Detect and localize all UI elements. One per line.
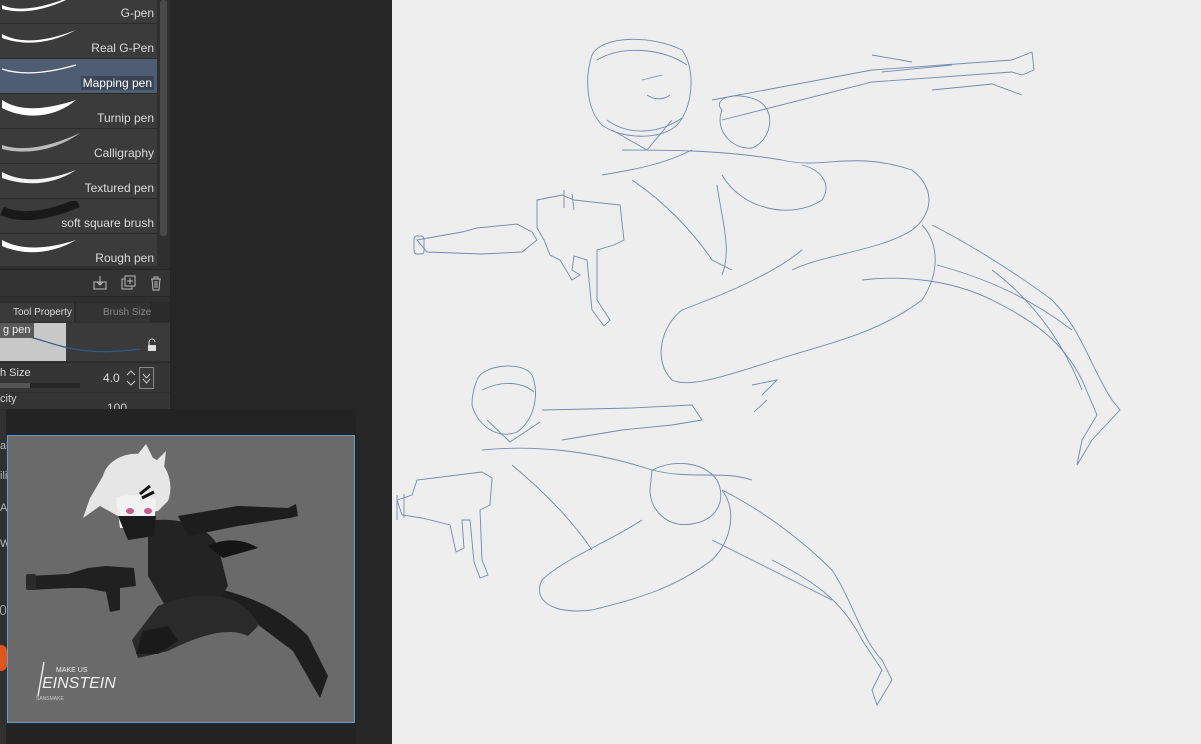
opacity-row: city 100 <box>0 393 170 409</box>
brush-label: G-pen <box>120 6 154 20</box>
brush-item-turnip-pen[interactable]: Turnip pen <box>0 94 157 129</box>
tool-property-tabs: Tool Property Brush Size <box>0 302 170 322</box>
brush-label: Real G-Pen <box>91 41 154 55</box>
trash-icon[interactable] <box>148 275 164 291</box>
brush-size-row: h Size 4.0 <box>0 362 170 392</box>
brush-item-textured-pen[interactable]: Textured pen <box>0 164 157 199</box>
import-icon[interactable] <box>92 275 108 291</box>
brush-list-scrollbar[interactable] <box>160 0 167 236</box>
stroke-preview-strip: g pen <box>0 323 170 361</box>
brush-item-rough-pen[interactable]: Rough pen <box>0 234 157 266</box>
brush-item-calligraphy[interactable]: Calligraphy <box>0 129 157 164</box>
brush-toolbar <box>0 269 170 297</box>
drawing-canvas[interactable] <box>392 0 1201 744</box>
brush-size-value[interactable]: 4.0 <box>103 371 120 385</box>
chevron-down-icon <box>142 373 151 384</box>
navigator-titlebar[interactable] <box>6 409 356 435</box>
workspace-gutter <box>356 0 392 744</box>
opacity-value[interactable]: 100 <box>107 401 127 409</box>
brush-item-soft-square-brush[interactable]: soft square brush <box>0 199 157 234</box>
brush-size-dropdown-button[interactable] <box>139 367 154 389</box>
sub-tool-name-label: g pen <box>0 323 34 338</box>
brush-label: Turnip pen <box>97 111 154 125</box>
brush-size-slider[interactable] <box>0 383 80 388</box>
brush-label: Mapping pen <box>80 76 154 90</box>
tool-property-tab-label: Tool Property <box>13 307 72 318</box>
tab-tool-property[interactable]: Tool Property <box>0 303 74 322</box>
brush-label: Textured pen <box>84 181 154 195</box>
navigator-preview[interactable]: MAKE US EINSTEIN SANSMAKE <box>7 435 355 723</box>
navigator-window[interactable]: al ili Ac W <box>0 409 356 744</box>
brush-item-real-g-pen[interactable]: Real G-Pen <box>0 24 157 59</box>
artwork-logo: EINSTEIN <box>42 675 116 692</box>
brush-label: Rough pen <box>95 251 154 265</box>
brush-item-g-pen[interactable]: G-pen <box>0 0 157 24</box>
color-wheel-fragment[interactable] <box>0 645 7 671</box>
brush-size-stepper[interactable] <box>126 367 136 389</box>
navigator-artwork-thumbnail: MAKE US EINSTEIN SANSMAKE <box>8 436 354 722</box>
textured-pen-stroke-preview <box>2 170 76 184</box>
calligraphy-stroke-preview <box>2 133 80 152</box>
duplicate-icon[interactable] <box>120 275 136 291</box>
sketch-layer <box>396 38 1121 707</box>
artwork-logo-sub: SANSMAKE <box>36 696 64 702</box>
brush-list: G-pen Real G-Pen Mapping pen Turnip pen … <box>0 0 157 266</box>
brush-size-label: h Size <box>0 367 31 379</box>
radio-icon[interactable] <box>0 605 6 615</box>
navigator-left-edge: al ili Ac W <box>0 409 13 744</box>
brush-label: soft square brush <box>61 216 154 230</box>
mapping-pen-stroke-preview <box>1 64 77 74</box>
clip-studio-window: G-pen Real G-Pen Mapping pen Turnip pen … <box>0 0 1201 744</box>
tab-brush-size[interactable]: Brush Size <box>76 303 152 322</box>
rough-pen-stroke-preview <box>2 240 76 253</box>
real-g-pen-stroke-preview <box>2 30 76 43</box>
opacity-label: city <box>0 393 17 405</box>
brush-size-slider-fill <box>0 383 30 388</box>
brush-item-mapping-pen[interactable]: Mapping pen <box>0 59 157 94</box>
brush-label: Calligraphy <box>93 146 154 160</box>
turnip-pen-stroke-preview <box>2 100 76 116</box>
brush-size-tab-label: Brush Size <box>103 307 152 318</box>
g-pen-stroke-preview <box>2 0 66 12</box>
artwork-logo-small: MAKE US <box>56 667 88 674</box>
navigator-bottom-bar <box>6 725 356 744</box>
